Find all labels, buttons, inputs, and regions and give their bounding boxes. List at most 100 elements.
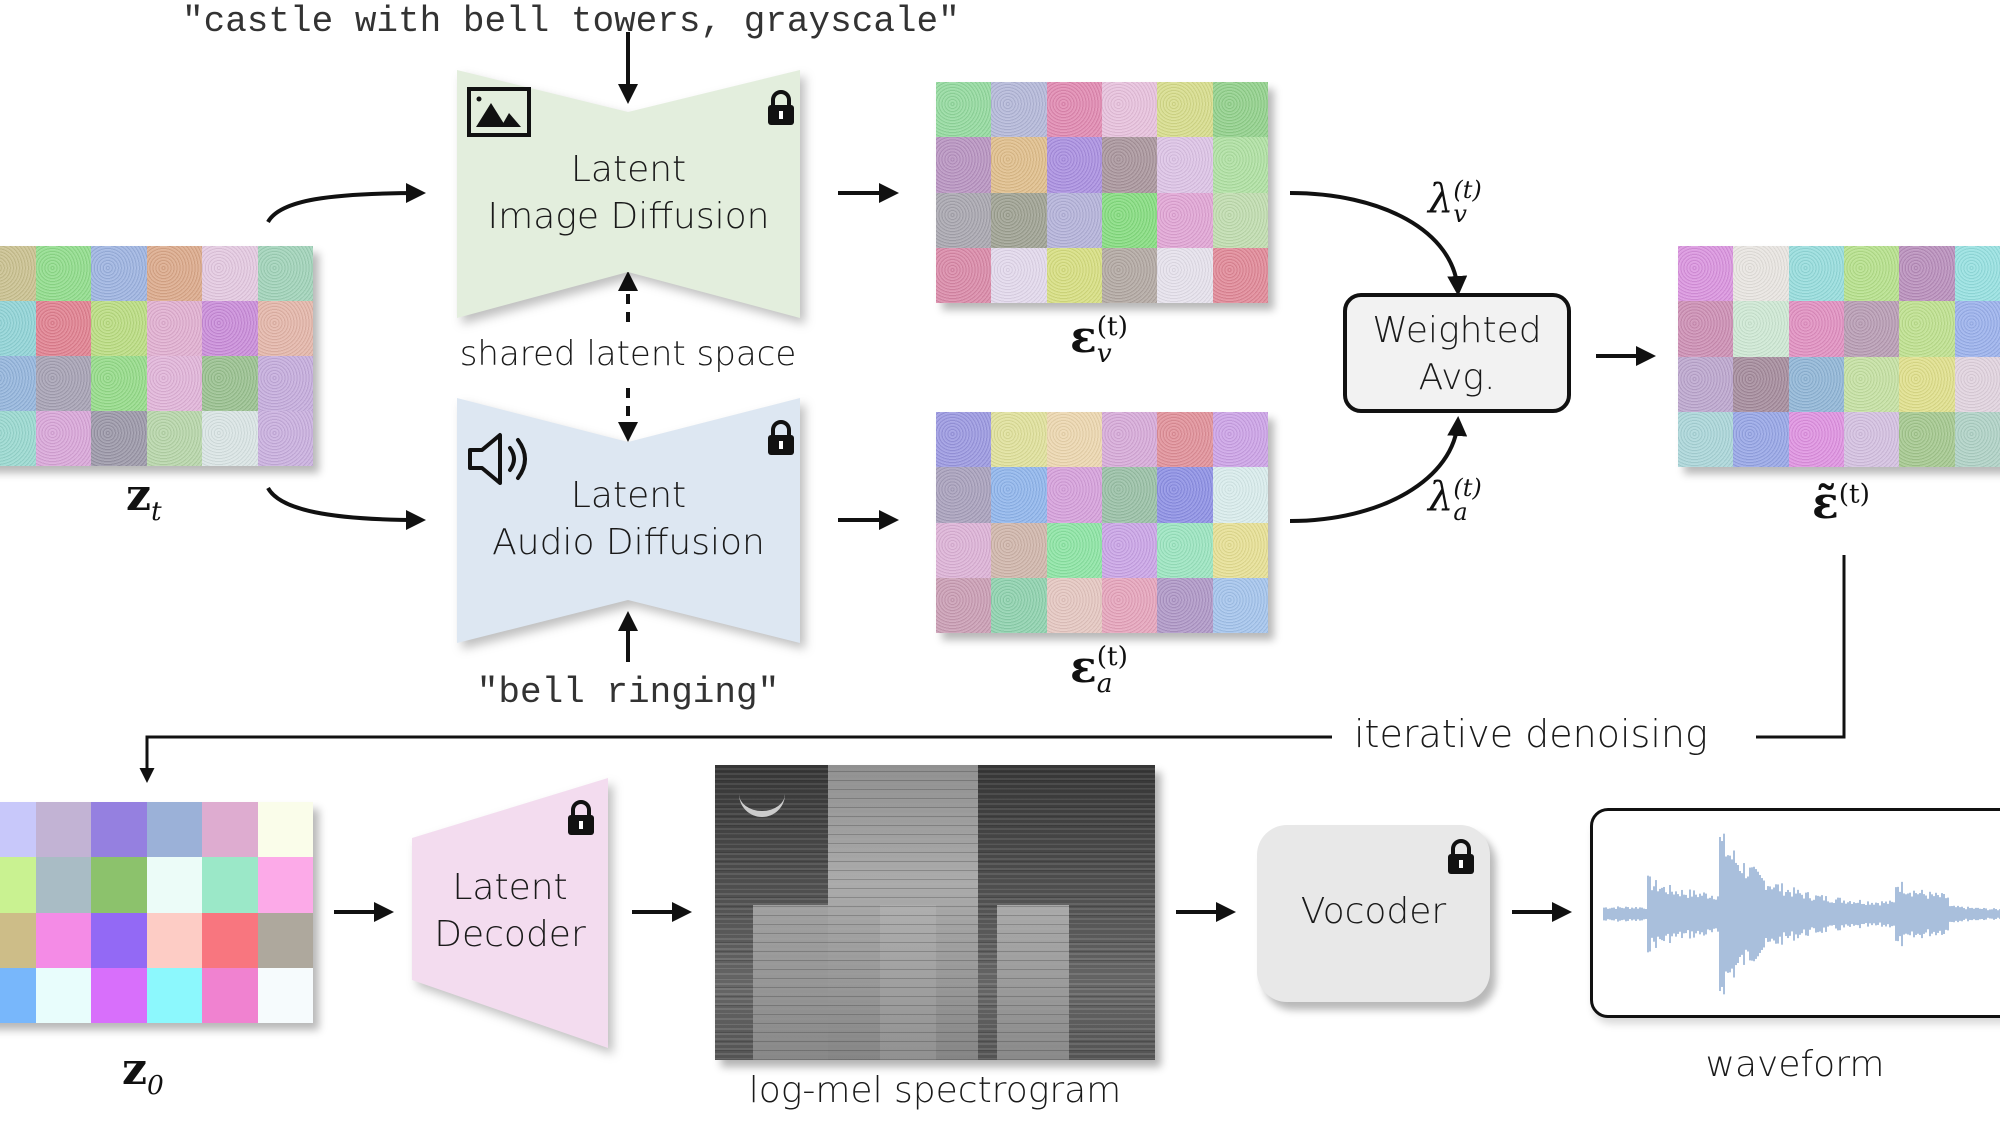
grid-cell <box>1212 412 1268 468</box>
waveform-plot <box>1603 833 2000 995</box>
waveform-bar <box>1609 908 1611 920</box>
grid-cell <box>202 246 258 301</box>
label-lambda-v: λ (t) v <box>1428 176 1482 228</box>
label-eps-v: ε (t) v <box>1070 311 1128 369</box>
waveform-bar <box>1727 855 1729 973</box>
grid-cell <box>1678 411 1734 467</box>
weighted-avg-line1: Weighted <box>1372 310 1542 351</box>
grid-cell <box>202 802 258 858</box>
waveform-bar <box>1935 892 1937 936</box>
grid-cell <box>991 82 1047 138</box>
grid-cell <box>146 356 202 411</box>
waveform-bar <box>1647 875 1649 953</box>
waveform-bar <box>1771 889 1773 939</box>
grid-cell <box>257 356 313 411</box>
waveform-bar <box>1979 908 1981 920</box>
grid-cell <box>1954 246 2000 302</box>
grid-cell <box>1101 192 1158 248</box>
grid-cell <box>1157 192 1213 248</box>
grid-cell <box>1733 356 1789 412</box>
grid-cell <box>146 857 202 913</box>
waveform-bar <box>1909 892 1911 936</box>
waveform-bar <box>1975 907 1977 921</box>
grid-cell <box>202 912 258 968</box>
grid-cell <box>1212 247 1268 303</box>
waveform-bar <box>1881 901 1883 927</box>
waveform-bar <box>1925 895 1927 933</box>
grid-cell <box>1046 577 1102 633</box>
grid-cell <box>1788 301 1844 357</box>
waveform-bar <box>1733 850 1735 978</box>
waveform-bar <box>1905 894 1907 934</box>
grid-cell <box>35 967 91 1023</box>
grid-cell <box>1157 577 1213 633</box>
waveform-bar <box>1643 908 1645 920</box>
waveform-bar <box>1951 906 1953 922</box>
waveform-bar <box>1939 897 1941 931</box>
grid-cell <box>1157 82 1213 138</box>
waveform-bar <box>1901 881 1903 947</box>
grid-cell <box>1101 412 1158 468</box>
waveform-bar <box>1639 907 1641 921</box>
grid-cell <box>35 356 91 411</box>
grid-cell <box>91 246 147 301</box>
waveform-bar <box>1665 892 1667 936</box>
grid-cell <box>1899 301 1955 357</box>
grid-cell <box>257 802 313 858</box>
waveform-bar <box>1805 892 1807 936</box>
grid-cell <box>1733 301 1789 357</box>
waveform-bar <box>1855 903 1857 925</box>
grid-cell <box>0 301 36 356</box>
waveform-label: waveform <box>1705 1044 1885 1085</box>
waveform-bar <box>1787 889 1789 939</box>
waveform-bar <box>1831 902 1833 926</box>
waveform-bar <box>1683 894 1685 934</box>
grid-cell <box>1046 82 1102 138</box>
image-icon <box>467 87 531 137</box>
latent-grid-z-0 <box>0 802 313 1023</box>
waveform-bar <box>1657 891 1659 937</box>
waveform-bar <box>1841 902 1843 926</box>
waveform-bar <box>1839 897 1841 931</box>
waveform-bar <box>1735 862 1737 966</box>
arrow-zt-to-image <box>266 183 426 224</box>
waveform-bar <box>1849 901 1851 927</box>
waveform-bar <box>1847 902 1849 926</box>
latent-grid-z-t <box>0 246 313 466</box>
grid-cell <box>1157 412 1213 468</box>
image-diffusion-line2: Image Diffusion <box>487 196 770 237</box>
waveform-bar <box>1699 893 1701 935</box>
latent-decoder-line1: Latent <box>452 867 568 908</box>
waveform-bar <box>1833 903 1835 925</box>
waveform-bar <box>1953 905 1955 923</box>
waveform-bar <box>1943 894 1945 934</box>
grid-cell <box>1046 412 1102 468</box>
waveform-bar <box>1867 901 1869 927</box>
grid-cell <box>1954 411 2000 467</box>
grid-cell <box>0 802 36 858</box>
arrow-zt-to-audio <box>266 486 426 530</box>
waveform-bar <box>1697 897 1699 931</box>
grid-cell <box>991 137 1047 193</box>
vocoder-block: Vocoder <box>1257 825 1490 1002</box>
weighted-avg-block: Weighted Avg. <box>1343 293 1571 413</box>
waveform-bar <box>1747 876 1749 952</box>
grid-cell <box>0 912 36 968</box>
waveform-bar <box>1945 898 1947 930</box>
grid-cell <box>1101 522 1158 578</box>
waveform-bar <box>1903 893 1905 935</box>
grid-cell <box>35 802 91 858</box>
waveform-bar <box>1941 893 1943 935</box>
grid-cell <box>91 411 147 466</box>
waveform-bar <box>1887 903 1889 925</box>
waveform-bar <box>1807 892 1809 936</box>
grid-cell <box>936 522 992 578</box>
waveform-bar <box>1627 907 1629 921</box>
waveform-bar <box>1737 865 1739 963</box>
image-prompt: "castle with bell towers, grayscale" <box>182 1 960 42</box>
grid-cell <box>1212 467 1268 523</box>
waveform-bar <box>1715 899 1717 929</box>
waveform-bar <box>1835 899 1837 929</box>
waveform-bar <box>1653 886 1655 942</box>
waveform-bar <box>1607 908 1609 920</box>
